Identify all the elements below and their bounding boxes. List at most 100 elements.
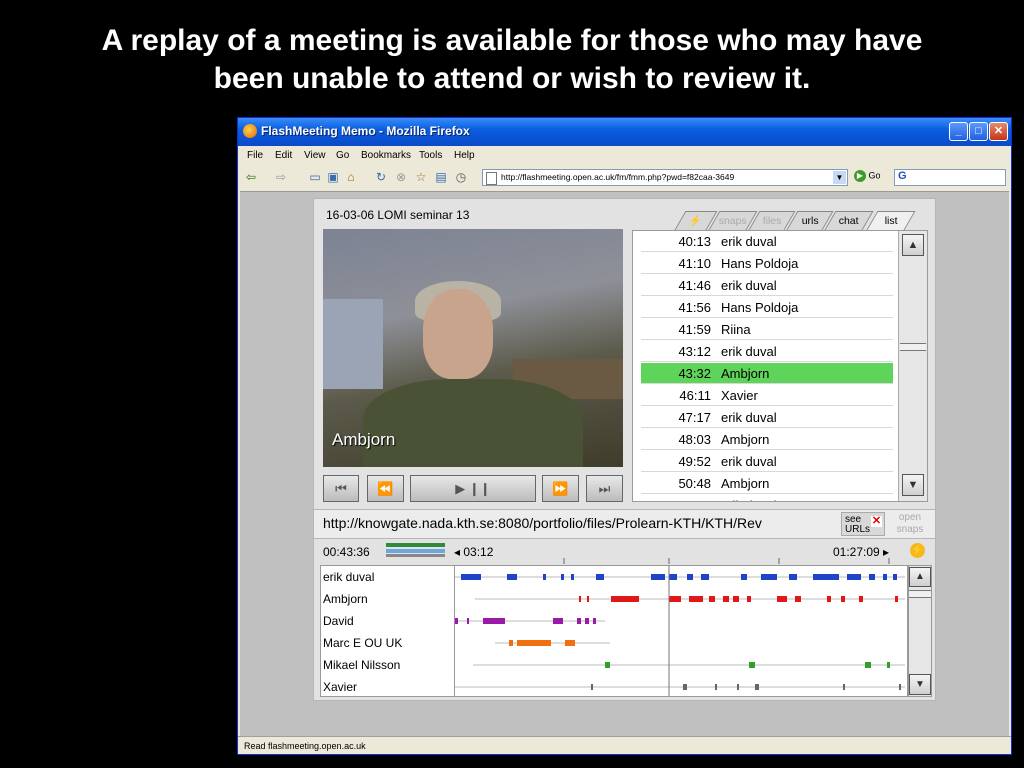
- speaker-list-item[interactable]: 48:03 Ambjorn: [641, 429, 893, 450]
- speaking-segment: [467, 618, 469, 624]
- window-titlebar[interactable]: FlashMeeting Memo - Mozilla Firefox _ □ …: [238, 118, 1011, 146]
- status-text: Read flashmeeting.open.ac.uk: [244, 741, 366, 751]
- speaking-timeline[interactable]: [455, 566, 907, 696]
- print-icon[interactable]: ▤: [434, 170, 448, 184]
- skip-to-end-button[interactable]: ⏭: [586, 475, 623, 502]
- speaker-list-item[interactable]: 41:10 Hans Poldoja: [641, 253, 893, 274]
- stop-icon[interactable]: ⊗: [394, 170, 408, 184]
- scroll-down-button[interactable]: ▼: [902, 474, 924, 496]
- timeline-window-start[interactable]: ◂ 03:12: [454, 545, 493, 559]
- speaking-segment: [596, 574, 604, 580]
- speaking-segment: [733, 596, 739, 602]
- play-pause-button[interactable]: ▶ ❙❙: [410, 475, 536, 502]
- speaker-list-item[interactable]: 52:20 erik duval: [641, 495, 893, 501]
- menu-file[interactable]: File: [247, 150, 263, 161]
- menu-go[interactable]: Go: [336, 150, 349, 161]
- speaking-segment: [591, 684, 593, 690]
- maximize-button[interactable]: □: [969, 122, 988, 141]
- menu-edit[interactable]: Edit: [275, 150, 292, 161]
- timeline-scroll-down-button[interactable]: ▼: [909, 674, 931, 695]
- back-icon[interactable]: ⇦: [244, 170, 258, 184]
- speaker-list-item[interactable]: 46:11 Xavier: [641, 385, 893, 406]
- speaker-list-item[interactable]: 43:32 Ambjorn: [641, 363, 893, 384]
- timeline-scrollbar[interactable]: ▲ ▼: [908, 565, 932, 697]
- speaking-segment: [869, 574, 875, 580]
- speaking-segment: [605, 662, 610, 668]
- bookmark-icon[interactable]: ☆: [414, 170, 428, 184]
- speaker-video: Ambjorn: [323, 229, 623, 467]
- see-urls-button[interactable]: see URLs ✕: [841, 512, 885, 536]
- flashmeeting-memo-panel: 16-03-06 LOMI seminar 13 Ambjorn ⏮ ⏪ ▶ ❙…: [313, 198, 936, 701]
- speaking-segment: [683, 684, 687, 690]
- speaking-segment: [579, 596, 581, 602]
- speaking-segment: [461, 574, 481, 580]
- minimize-button[interactable]: _: [949, 122, 968, 141]
- menu-bookmarks[interactable]: Bookmarks: [361, 150, 411, 161]
- speaker-list-scrollbar[interactable]: ▲ ▼: [898, 231, 927, 501]
- speaking-segment: [859, 596, 863, 602]
- tab-chat-label: chat: [838, 215, 859, 227]
- new-window-icon[interactable]: ▭: [308, 170, 322, 184]
- history-icon[interactable]: ◷: [454, 170, 468, 184]
- close-button[interactable]: ✕: [989, 122, 1008, 141]
- speaker-list-item[interactable]: 41:59 Riina: [641, 319, 893, 340]
- speaker-list-item[interactable]: 49:52 erik duval: [641, 451, 893, 472]
- menu-tools[interactable]: Tools: [419, 150, 442, 161]
- speaker-list-item[interactable]: 41:56 Hans Poldoja: [641, 297, 893, 318]
- timeline-name-row: David: [323, 614, 354, 628]
- window-title: FlashMeeting Memo - Mozilla Firefox: [261, 124, 470, 138]
- search-box[interactable]: G: [894, 169, 1006, 186]
- fast-forward-button[interactable]: ⏩: [542, 475, 579, 502]
- scroll-up-button[interactable]: ▲: [902, 234, 924, 256]
- tab-list[interactable]: list: [866, 211, 916, 230]
- new-tab-icon[interactable]: ▣: [326, 170, 340, 184]
- video-speaker-name: Ambjorn: [332, 430, 396, 449]
- speaking-segment: [553, 618, 563, 624]
- timeline-scroll-thumb[interactable]: [909, 590, 931, 598]
- address-dropdown-icon[interactable]: ▼: [833, 171, 846, 184]
- speaker-list-item[interactable]: 43:12 erik duval: [641, 341, 893, 362]
- speaker-list-item[interactable]: 50:48 Ambjorn: [641, 473, 893, 494]
- speaking-segment: [795, 596, 801, 602]
- scroll-thumb[interactable]: [900, 343, 926, 351]
- speaking-segment: [755, 684, 759, 690]
- menu-view[interactable]: View: [304, 150, 326, 161]
- lightning-icon[interactable]: ⚡: [910, 543, 925, 558]
- speaker-list: 40:13 erik duval 41:10 Hans Poldoja 41:46 eri…: [632, 230, 928, 502]
- forward-icon[interactable]: ⇨: [274, 170, 288, 184]
- rewind-button[interactable]: ⏪: [367, 475, 404, 502]
- go-button[interactable]: ▶ Go: [854, 170, 881, 182]
- speaking-segment: [813, 574, 839, 580]
- timeline-name-row: Xavier: [323, 680, 358, 694]
- speaker-list-name: Ambjorn: [721, 476, 770, 491]
- speaker-list-item[interactable]: 41:46 erik duval: [641, 275, 893, 296]
- speaking-segment: [843, 684, 845, 690]
- video-speaker-body: [363, 379, 583, 467]
- speaking-segment: [507, 574, 517, 580]
- tab-chat[interactable]: chat: [824, 211, 874, 230]
- open-snaps-button[interactable]: open snaps: [890, 512, 930, 536]
- shared-url-text[interactable]: http://knowgate.nada.kth.se:8080/portfol…: [323, 515, 762, 531]
- timeline-name-row: Marc E OU UK: [323, 636, 403, 650]
- reload-icon[interactable]: ↻: [374, 170, 388, 184]
- speaker-list-item[interactable]: 40:13 erik duval: [641, 231, 893, 252]
- home-icon[interactable]: ⌂: [344, 170, 358, 184]
- speaker-list-time: 41:59: [678, 322, 711, 337]
- skip-to-start-button[interactable]: ⏮: [323, 475, 359, 502]
- speaking-segment: [455, 618, 458, 624]
- address-bar[interactable]: http://flashmeeting.open.ac.uk/fm/fmm.ph…: [482, 169, 848, 186]
- speaking-segment: [887, 662, 890, 668]
- go-arrow-icon: ▶: [854, 170, 866, 182]
- volume-meter: [386, 543, 445, 557]
- video-background-window: [323, 299, 383, 389]
- close-x-icon[interactable]: ✕: [871, 516, 882, 527]
- speaker-list-item[interactable]: 47:17 erik duval: [641, 407, 893, 428]
- menu-help[interactable]: Help: [454, 150, 475, 161]
- speaker-list-name: Hans Poldoja: [721, 300, 799, 315]
- timeline-total-time[interactable]: 01:27:09 ▸: [833, 545, 889, 559]
- speaker-list-name: Riina: [721, 322, 751, 337]
- timeline-scroll-up-button[interactable]: ▲: [909, 567, 931, 587]
- speaking-segment: [571, 574, 574, 580]
- speaking-segment: [585, 618, 589, 624]
- speaking-track-mikael: [473, 662, 905, 668]
